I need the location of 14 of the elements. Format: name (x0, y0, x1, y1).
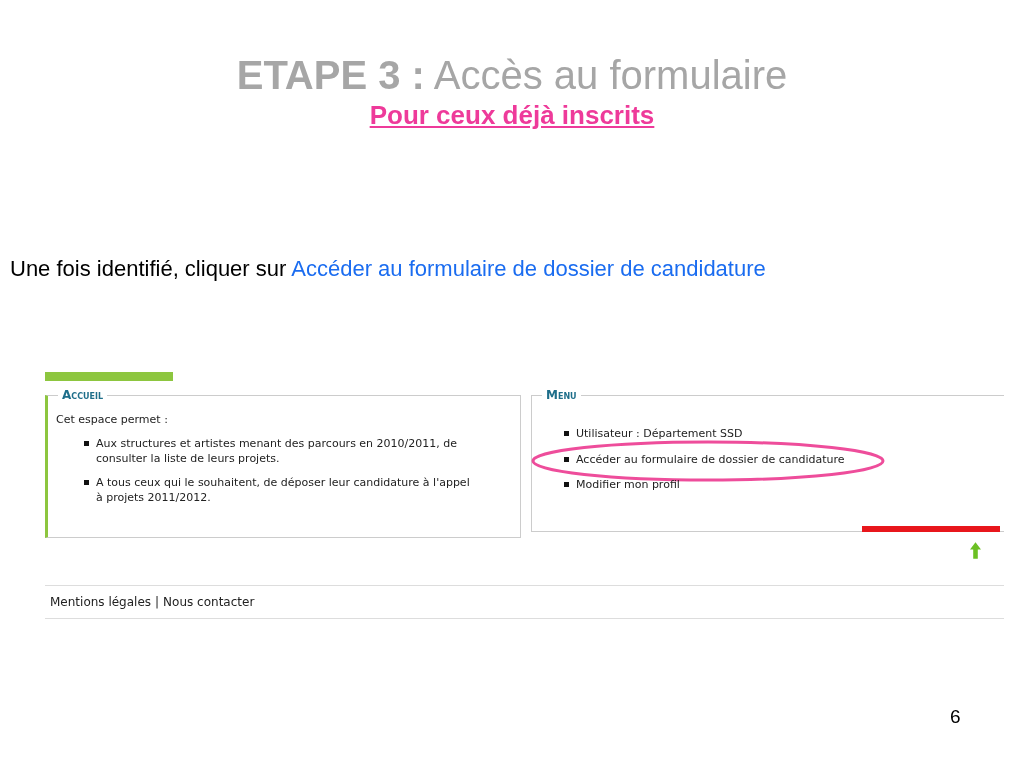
menu-link[interactable]: Modifier mon profil (576, 478, 680, 491)
list-item-text: A tous ceux qui le souhaitent, de déposer leur candidature à l'appel à projets 2011/2012. (96, 475, 471, 505)
footer-link[interactable]: Nous contacter (163, 595, 255, 609)
page-number: 6 (950, 706, 961, 728)
panel-legend: Accueil (58, 388, 108, 402)
intro-text: Cet espace permet : (55, 412, 169, 426)
separator: | (155, 595, 160, 609)
slide-title: ETAPE 3 : Accès au formulaire (236, 52, 788, 98)
menu-link[interactable]: Utilisateur : Département SSD (576, 427, 743, 440)
slide-subtitle: Pour ceux déjà inscrits (369, 99, 655, 132)
panel-legend: Menu (542, 388, 581, 402)
footer-link[interactable]: Mentions légales (50, 595, 152, 609)
list-item-text: Aux structures et artistes menant des parcours en 2010/2011, de consulter la liste de leurs projets. (96, 436, 459, 466)
instruction-text: Une fois identifié, cliquer sur Accéder au formulaire de dossier de candidature (10, 256, 766, 282)
